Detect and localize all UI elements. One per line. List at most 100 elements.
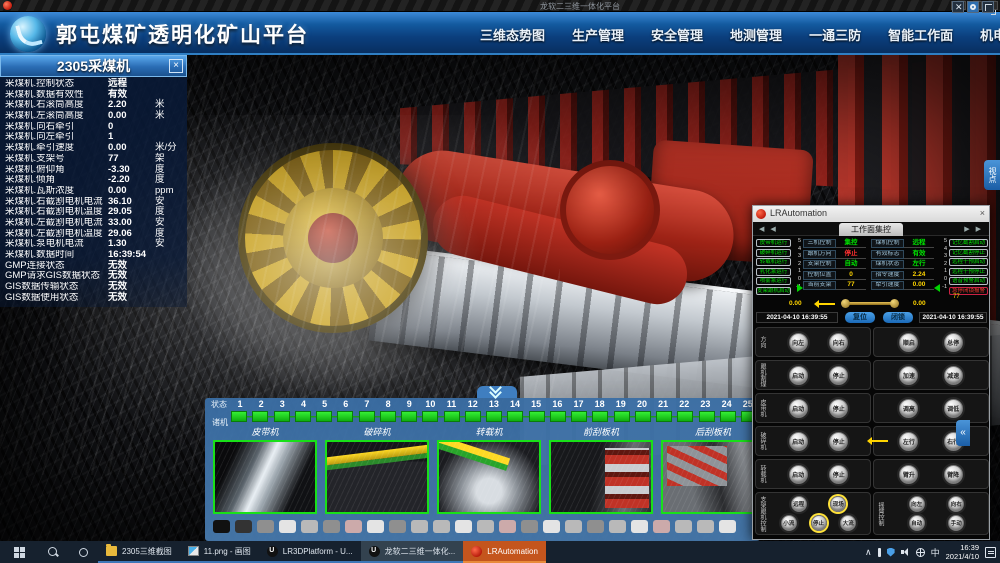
nav-item-1[interactable]: 三维态势图 (480, 25, 545, 44)
circle-button[interactable]: 启动 (789, 465, 808, 484)
channel-status-square[interactable] (337, 411, 353, 422)
channel-status-square[interactable] (614, 411, 630, 422)
nav-item-6[interactable]: 智能工作面 (888, 25, 953, 44)
channel-status-square[interactable] (252, 411, 268, 422)
filmstrip-frame[interactable] (301, 520, 318, 533)
shearer-panel-close-icon[interactable]: × (169, 59, 183, 73)
channel-status-square[interactable] (720, 411, 736, 422)
filmstrip-frame[interactable] (653, 520, 670, 533)
camera-thumbnail-5[interactable] (661, 440, 765, 514)
lr-right-button-2[interactable]: 记忆截割停止 (949, 249, 988, 257)
circle-button[interactable]: 小流 (781, 515, 797, 531)
gear-icon[interactable] (967, 1, 979, 13)
channel-status-square[interactable] (401, 411, 417, 422)
channel-status-square[interactable] (507, 411, 523, 422)
pen-icon[interactable] (878, 548, 881, 557)
channel-status-square[interactable] (635, 411, 651, 422)
channel-status-square[interactable] (316, 411, 332, 422)
circle-button[interactable]: 手动 (948, 515, 964, 531)
circle-button[interactable]: 总停 (944, 333, 963, 352)
lock-pill-button[interactable]: 闭锁 (883, 312, 913, 323)
circle-button[interactable]: 臂升 (899, 465, 918, 484)
nav-item-5[interactable]: 一通三防 (809, 25, 861, 44)
taskbar-app-5[interactable]: LRAutomation (463, 541, 546, 563)
viewpoint-tab[interactable]: 视点 (984, 160, 1000, 190)
tab-right-arrows-icon[interactable]: ▶ ▶ (964, 225, 983, 233)
channel-status-square[interactable] (231, 411, 247, 422)
reset-pill-button[interactable]: 复位 (845, 312, 875, 323)
camera-thumbnail-1[interactable] (213, 440, 317, 514)
nav-item-7[interactable]: 机电管理 (980, 25, 1000, 44)
taskbar-app-2[interactable]: 11.png - 画图 (180, 541, 259, 563)
network-icon[interactable] (916, 548, 925, 557)
camera-thumbnail-2[interactable] (325, 440, 429, 514)
circle-button[interactable]: 向右 (829, 333, 848, 352)
channel-status-square[interactable] (529, 411, 545, 422)
circle-button[interactable]: 顺启 (899, 333, 918, 352)
filmstrip-frame[interactable] (543, 520, 560, 533)
nav-item-4[interactable]: 地测管理 (730, 25, 782, 44)
channel-status-square[interactable] (677, 411, 693, 422)
nav-item-2[interactable]: 生产管理 (572, 25, 624, 44)
task-view-button[interactable] (68, 541, 98, 563)
tab-workface-control[interactable]: 工作面集控 (839, 223, 903, 236)
channel-status-square[interactable] (380, 411, 396, 422)
circle-button[interactable]: 向右 (948, 496, 964, 512)
circle-button[interactable]: 大流 (840, 515, 856, 531)
filmstrip-frame[interactable] (631, 520, 648, 533)
circle-button[interactable]: 加速 (899, 366, 918, 385)
filmstrip-frame[interactable] (499, 520, 516, 533)
filmstrip-frame[interactable] (477, 520, 494, 533)
panel-collapse-tab[interactable]: « (956, 420, 970, 446)
channel-status-square[interactable] (699, 411, 715, 422)
action-center-icon[interactable] (985, 547, 996, 558)
filmstrip-frame[interactable] (675, 520, 692, 533)
filmstrip-frame[interactable] (213, 520, 230, 533)
filmstrip-frame[interactable] (279, 520, 296, 533)
filmstrip-frame[interactable] (235, 520, 252, 533)
channel-status-square[interactable] (571, 411, 587, 422)
circle-button[interactable]: 停止 (829, 432, 848, 451)
circle-button[interactable]: 减速 (944, 366, 963, 385)
lr-titlebar[interactable]: LRAutomation × (753, 206, 989, 222)
channel-status-square[interactable] (550, 411, 566, 422)
lr-right-button-3[interactable]: 远程干预启动 (949, 258, 988, 266)
lr-left-button-6[interactable]: 支架跟机启动 (756, 287, 791, 295)
filmstrip-frame[interactable] (389, 520, 406, 533)
circle-button[interactable]: 臂降 (944, 465, 963, 484)
search-button[interactable] (38, 541, 68, 563)
hidden-icons-chevron[interactable]: ∧ (865, 547, 872, 558)
filmstrip-frame[interactable] (257, 520, 274, 533)
filmstrip-frame[interactable] (323, 520, 340, 533)
security-shield-icon[interactable] (887, 548, 895, 557)
taskbar-app-3[interactable]: LR3DPlatform - U... (259, 541, 361, 563)
filmstrip-frame[interactable] (411, 520, 428, 533)
channel-status-square[interactable] (486, 411, 502, 422)
taskbar-app-1[interactable]: 2305三维截图 (98, 541, 180, 563)
camera-panel-collapse-button[interactable] (477, 386, 517, 398)
lr-left-button-2[interactable]: 破碎机运行 (756, 249, 791, 257)
circle-button[interactable]: 自动 (909, 515, 925, 531)
lr-left-button-3[interactable]: 转载机运行 (756, 258, 791, 266)
start-button[interactable] (0, 541, 38, 563)
circle-button[interactable]: 启动 (789, 399, 808, 418)
lr-left-button-4[interactable]: 乳化泵运行 (756, 268, 791, 276)
circle-button[interactable]: 调低 (944, 399, 963, 418)
filmstrip-frame[interactable] (433, 520, 450, 533)
channel-status-square[interactable] (422, 411, 438, 422)
filmstrip-frame[interactable] (345, 520, 362, 533)
lr-right-button-5[interactable]: 语音预警启动 (949, 277, 988, 285)
lr-left-button-5[interactable]: 喷雾泵运行 (756, 277, 791, 285)
lr-right-button-4[interactable]: 远程干预停止 (949, 268, 988, 276)
tab-left-arrows-icon[interactable]: ◀ ◀ (759, 225, 778, 233)
channel-status-square[interactable] (444, 411, 460, 422)
ime-indicator[interactable]: 中 (931, 546, 940, 559)
circle-button[interactable]: 向左 (909, 496, 925, 512)
filmstrip-frame[interactable] (697, 520, 714, 533)
tools-icon[interactable]: ✕ (952, 1, 964, 13)
circle-button[interactable]: 远程 (791, 496, 807, 512)
nav-item-3[interactable]: 安全管理 (651, 25, 703, 44)
channel-status-square[interactable] (295, 411, 311, 422)
filmstrip-frame[interactable] (521, 520, 538, 533)
circle-button[interactable]: 左行 (899, 432, 918, 451)
